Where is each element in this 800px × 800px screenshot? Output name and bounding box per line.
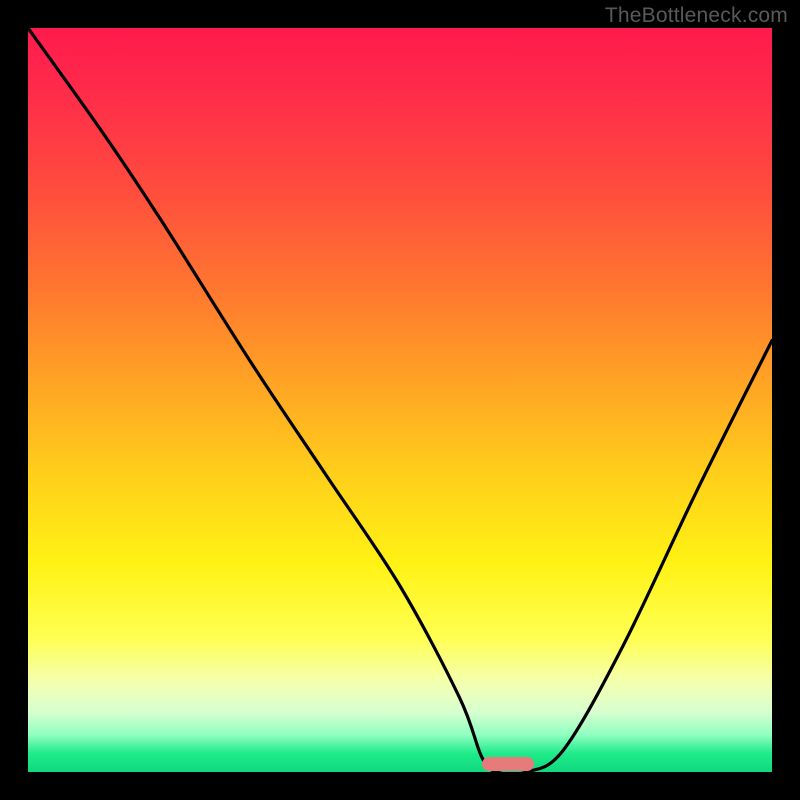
chart-stage: TheBottleneck.com	[0, 0, 800, 800]
plot-area	[28, 28, 772, 772]
bottleneck-curve	[28, 28, 772, 772]
optimal-range-marker	[482, 757, 534, 771]
curve-path	[28, 28, 772, 772]
watermark-text: TheBottleneck.com	[605, 4, 788, 28]
